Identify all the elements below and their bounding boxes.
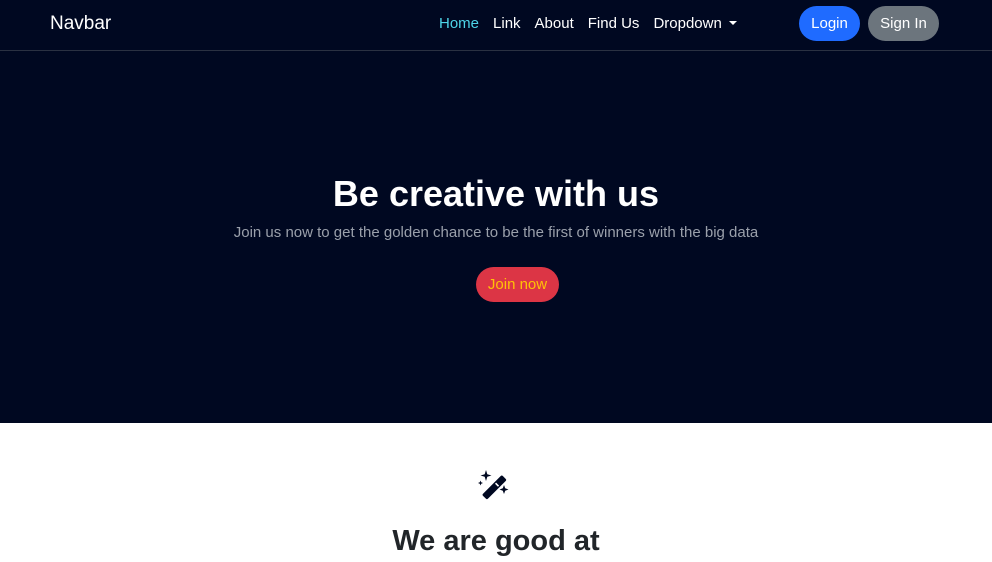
sign-in-button[interactable]: Sign In (868, 6, 939, 41)
join-now-button[interactable]: Join now (476, 267, 559, 302)
nav-dropdown-label: Dropdown (653, 15, 722, 32)
nav-link-link[interactable]: Link (486, 13, 528, 35)
hero-section: Be creative with us Join us now to get t… (0, 51, 992, 423)
navbar: Navbar Home Link About Find Us Dropdown … (0, 0, 992, 51)
login-button[interactable]: Login (799, 6, 860, 41)
nav-link-home[interactable]: Home (432, 13, 486, 35)
magic-wand-icon (478, 470, 509, 500)
hero-title: Be creative with us (332, 173, 660, 214)
section-title: We are good at (392, 525, 600, 557)
nav-link-about[interactable]: About (528, 13, 581, 35)
hero-subtitle: Join us now to get the golden chance to … (233, 224, 759, 241)
navbar-brand[interactable]: Navbar (50, 12, 111, 36)
caret-down-icon (728, 21, 737, 25)
nav-link-find-us[interactable]: Find Us (581, 13, 647, 35)
nav-dropdown-toggle[interactable]: Dropdown (646, 13, 743, 35)
nav-links: Home Link About Find Us Dropdown (432, 13, 744, 35)
services-section: We are good at (0, 423, 992, 562)
